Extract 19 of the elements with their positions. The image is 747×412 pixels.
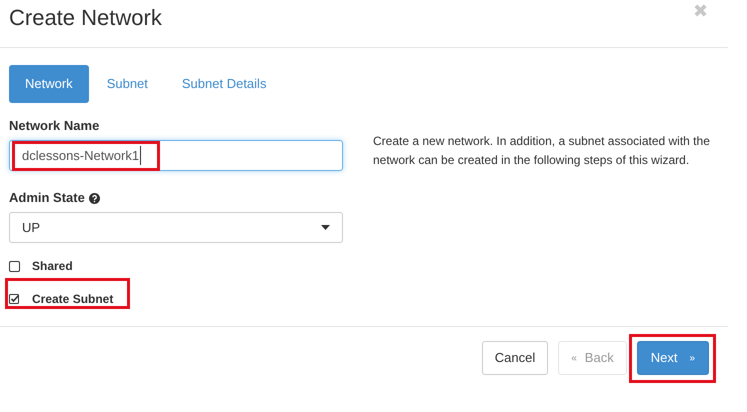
field-value: dclessons-Network1 bbox=[22, 146, 142, 166]
help-text: Create a new network. In addition, a subnet associated with the network can be created in the following steps of this wizard. bbox=[373, 133, 711, 169]
tab[interactable]: Subnet Details bbox=[166, 65, 282, 103]
checkbox-label: Create Subnet bbox=[32, 291, 114, 308]
field-label: Network Name bbox=[9, 117, 100, 135]
select-value: UP bbox=[22, 218, 40, 237]
caret-icon bbox=[321, 225, 330, 230]
field-label: Admin State bbox=[9, 189, 85, 207]
dropdown-select[interactable]: UP bbox=[9, 212, 343, 243]
checkbox-label: Shared bbox=[32, 258, 73, 275]
tab[interactable]: Subnet bbox=[90, 65, 164, 103]
cancel-button[interactable]: Cancel bbox=[482, 341, 548, 375]
help-icon[interactable] bbox=[88, 192, 100, 204]
next-button[interactable]: Next » bbox=[636, 341, 709, 375]
tab[interactable]: Network bbox=[9, 65, 89, 103]
checkbox[interactable] bbox=[9, 260, 20, 272]
dialog-title: Create Network bbox=[9, 4, 162, 32]
checkbox[interactable] bbox=[9, 294, 20, 304]
text-field[interactable]: dclessons-Network1 bbox=[9, 140, 343, 171]
